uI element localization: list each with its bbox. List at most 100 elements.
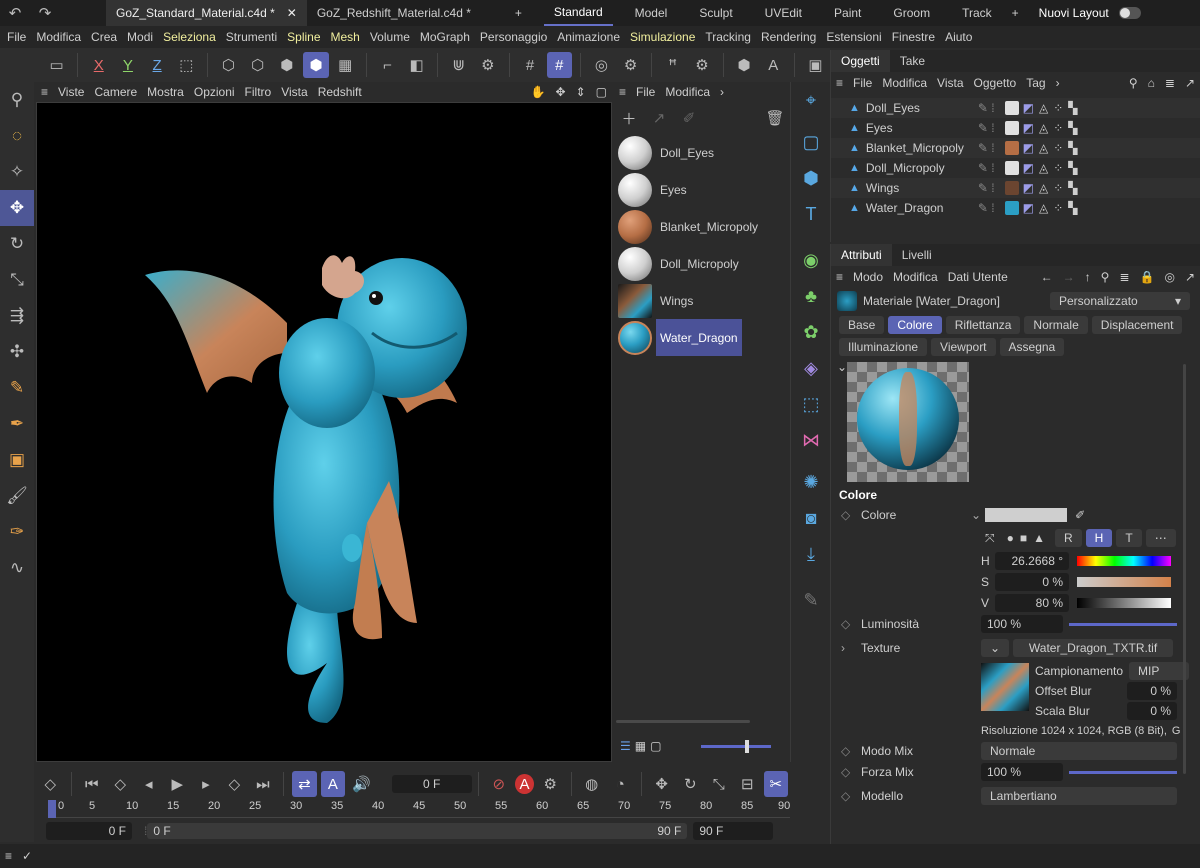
next-key-icon[interactable]: ◇ bbox=[222, 771, 247, 797]
tab-attributi[interactable]: Attributi bbox=[831, 244, 892, 266]
points-mode-icon[interactable]: ⬡ bbox=[216, 52, 241, 78]
horizontal-scrollbar[interactable] bbox=[616, 720, 750, 723]
menu-file[interactable]: File bbox=[2, 30, 31, 44]
texture-menu-button[interactable]: ⌄ bbox=[981, 639, 1010, 657]
channel-base[interactable]: Base bbox=[839, 316, 885, 334]
object-row[interactable]: ▲ Eyes ✎ ⁞ ◩ ◬ ⁘ ▚ bbox=[831, 118, 1200, 138]
menu-aiuto[interactable]: Aiuto bbox=[940, 30, 977, 44]
phong-tag-icon[interactable]: ◩ bbox=[1023, 161, 1034, 175]
play-icon[interactable]: ▶ bbox=[165, 771, 190, 797]
go-end-icon[interactable]: ⏭ bbox=[251, 771, 276, 797]
object-row[interactable]: ▲ Doll_Eyes ✎ ⁞ ◩ ◬ ⁘ ▚ bbox=[831, 98, 1200, 118]
vp-menu-redshift[interactable]: Redshift bbox=[313, 85, 367, 99]
layout-uvedit[interactable]: UVEdit bbox=[755, 0, 812, 26]
collapse-icon[interactable]: ⌄ bbox=[837, 360, 847, 374]
vp-menu-camere[interactable]: Camere bbox=[89, 85, 142, 99]
vp-menu-mostra[interactable]: Mostra bbox=[142, 85, 189, 99]
spline-pen-icon[interactable]: ✎ bbox=[0, 370, 34, 406]
new-window-icon[interactable]: ↗ bbox=[1180, 270, 1200, 284]
sound-icon[interactable]: 🔊 bbox=[349, 771, 374, 797]
texture-tag-icon[interactable]: ◬ bbox=[1039, 141, 1048, 155]
layout-groom[interactable]: Groom bbox=[883, 0, 940, 26]
uv-tag-icon[interactable]: ⁘ bbox=[1053, 201, 1063, 215]
edit-icon[interactable]: ✎ ⁞ bbox=[978, 201, 995, 215]
channel-assegna[interactable]: Assegna bbox=[999, 338, 1065, 356]
frame-ruler[interactable]: 0 5 10 15 20 25 30 35 40 45 50 55 60 65 … bbox=[48, 800, 790, 818]
polygons-mode-icon[interactable]: ⬢ bbox=[274, 52, 299, 78]
menu-tracking[interactable]: Tracking bbox=[700, 30, 756, 44]
brush-icon[interactable]: 🖌 bbox=[0, 478, 34, 514]
start-frame-field[interactable]: 0 F bbox=[46, 822, 132, 840]
menu-strumenti[interactable]: Strumenti bbox=[221, 30, 282, 44]
transfer-icon[interactable]: ⇶ bbox=[0, 298, 34, 334]
square-mode-icon[interactable]: ■ bbox=[1020, 531, 1027, 545]
mix-strength-slider[interactable] bbox=[1069, 770, 1177, 774]
tweak-icon[interactable]: ✧ bbox=[0, 154, 34, 190]
workplane-icon[interactable]: ◧ bbox=[404, 52, 429, 78]
phong-tag-icon[interactable]: ◩ bbox=[1023, 121, 1034, 135]
obj-menu-file[interactable]: File bbox=[848, 76, 877, 90]
add-icon[interactable]: ＋ bbox=[616, 105, 642, 131]
camera-object-icon[interactable]: ⌖ bbox=[791, 82, 831, 118]
channel-viewport[interactable]: Viewport bbox=[931, 338, 996, 356]
uv-tag-icon[interactable]: ⁘ bbox=[1053, 121, 1063, 135]
menu-animazione[interactable]: Animazione bbox=[552, 30, 625, 44]
material-tag-icon[interactable] bbox=[1004, 201, 1019, 215]
key-settings-icon[interactable]: ⚙ bbox=[538, 771, 563, 797]
render-queue-icon[interactable]: ▭ bbox=[44, 52, 69, 78]
material-item[interactable]: Doll_Eyes bbox=[614, 134, 790, 171]
selection-tag-icon[interactable]: ▚ bbox=[1068, 101, 1077, 115]
hue-slider[interactable] bbox=[1077, 555, 1171, 566]
volume-icon[interactable]: ⋈ bbox=[791, 422, 831, 458]
texture-tag-icon[interactable]: ◬ bbox=[1039, 201, 1048, 215]
obj-menu-tag[interactable]: Tag bbox=[1021, 76, 1050, 90]
move-icon[interactable]: ✥ bbox=[0, 190, 34, 226]
hamburger-icon[interactable]: ≡ bbox=[831, 270, 848, 284]
tab-file-1[interactable]: GoZ_Standard_Material.c4d * ✕ bbox=[106, 0, 307, 26]
chevron-right-icon[interactable]: › bbox=[1051, 76, 1065, 90]
uv-tag-icon[interactable]: ⁘ bbox=[1053, 181, 1063, 195]
channel-normale[interactable]: Normale bbox=[1024, 316, 1088, 334]
v-field[interactable]: 80 % bbox=[995, 593, 1069, 612]
saturation-slider[interactable] bbox=[1077, 576, 1171, 587]
model-mode-icon[interactable]: ⬢ bbox=[303, 52, 329, 78]
workplane-grid-icon[interactable]: # bbox=[546, 52, 572, 78]
phong-tag-icon[interactable]: ◩ bbox=[1023, 181, 1034, 195]
layout-track[interactable]: Track bbox=[952, 0, 1002, 26]
image-mode-icon[interactable]: ▲ bbox=[1033, 531, 1045, 545]
hamburger-icon[interactable]: ≡ bbox=[831, 76, 848, 90]
soft-selection-icon[interactable]: ◎ bbox=[589, 52, 614, 78]
edit-icon[interactable]: ✎ ⁞ bbox=[978, 141, 995, 155]
key-param-icon[interactable]: ⊟ bbox=[735, 771, 760, 797]
keyframe-icon[interactable]: ◇ bbox=[38, 771, 63, 797]
tab-file-2[interactable]: GoZ_Redshift_Material.c4d * bbox=[307, 0, 481, 26]
search-icon[interactable]: ⚲ bbox=[1124, 76, 1143, 90]
target-icon[interactable]: ◎ bbox=[1159, 270, 1179, 284]
edit-icon[interactable]: ✎ ⁞ bbox=[978, 161, 995, 175]
soft-settings-icon[interactable]: ⚙ bbox=[618, 52, 643, 78]
expand-icon[interactable]: › bbox=[841, 641, 845, 655]
prev-key-icon[interactable]: ◇ bbox=[108, 771, 133, 797]
mat-menu-file[interactable]: File bbox=[631, 85, 660, 99]
lock-icon[interactable]: A bbox=[761, 52, 786, 78]
material-tag-icon[interactable] bbox=[1004, 121, 1019, 135]
coordinate-system-icon[interactable]: ⬚ bbox=[174, 52, 199, 78]
current-frame-field[interactable]: 0 F bbox=[391, 775, 472, 793]
menu-personaggio[interactable]: Personaggio bbox=[475, 30, 552, 44]
autokey-icon[interactable]: A bbox=[515, 774, 534, 794]
large-view-icon[interactable]: ▢ bbox=[650, 739, 661, 753]
axis-y-button[interactable]: Y bbox=[115, 52, 140, 78]
channel-colore[interactable]: Colore bbox=[888, 316, 942, 334]
home-icon[interactable]: ⌂ bbox=[1143, 76, 1160, 90]
pan-icon[interactable]: ✋ bbox=[526, 85, 551, 99]
up-arrow-icon[interactable]: ↑ bbox=[1080, 270, 1096, 284]
layout-paint[interactable]: Paint bbox=[824, 0, 871, 26]
menu-volume[interactable]: Volume bbox=[365, 30, 415, 44]
object-row[interactable]: ▲ Blanket_Micropoly ✎ ⁞ ◩ ◬ ⁘ ▚ bbox=[831, 138, 1200, 158]
mode-r-button[interactable]: R bbox=[1055, 529, 1082, 547]
deformer-icon[interactable]: ◈ bbox=[791, 350, 831, 386]
chevron-down-icon[interactable]: ⌄ bbox=[971, 508, 981, 522]
texture-file-field[interactable]: Water_Dragon_TXTR.tif bbox=[1013, 639, 1174, 657]
search-icon[interactable]: ⚲ bbox=[1096, 270, 1115, 284]
viewport-solo-icon[interactable]: ⬢ bbox=[732, 52, 757, 78]
